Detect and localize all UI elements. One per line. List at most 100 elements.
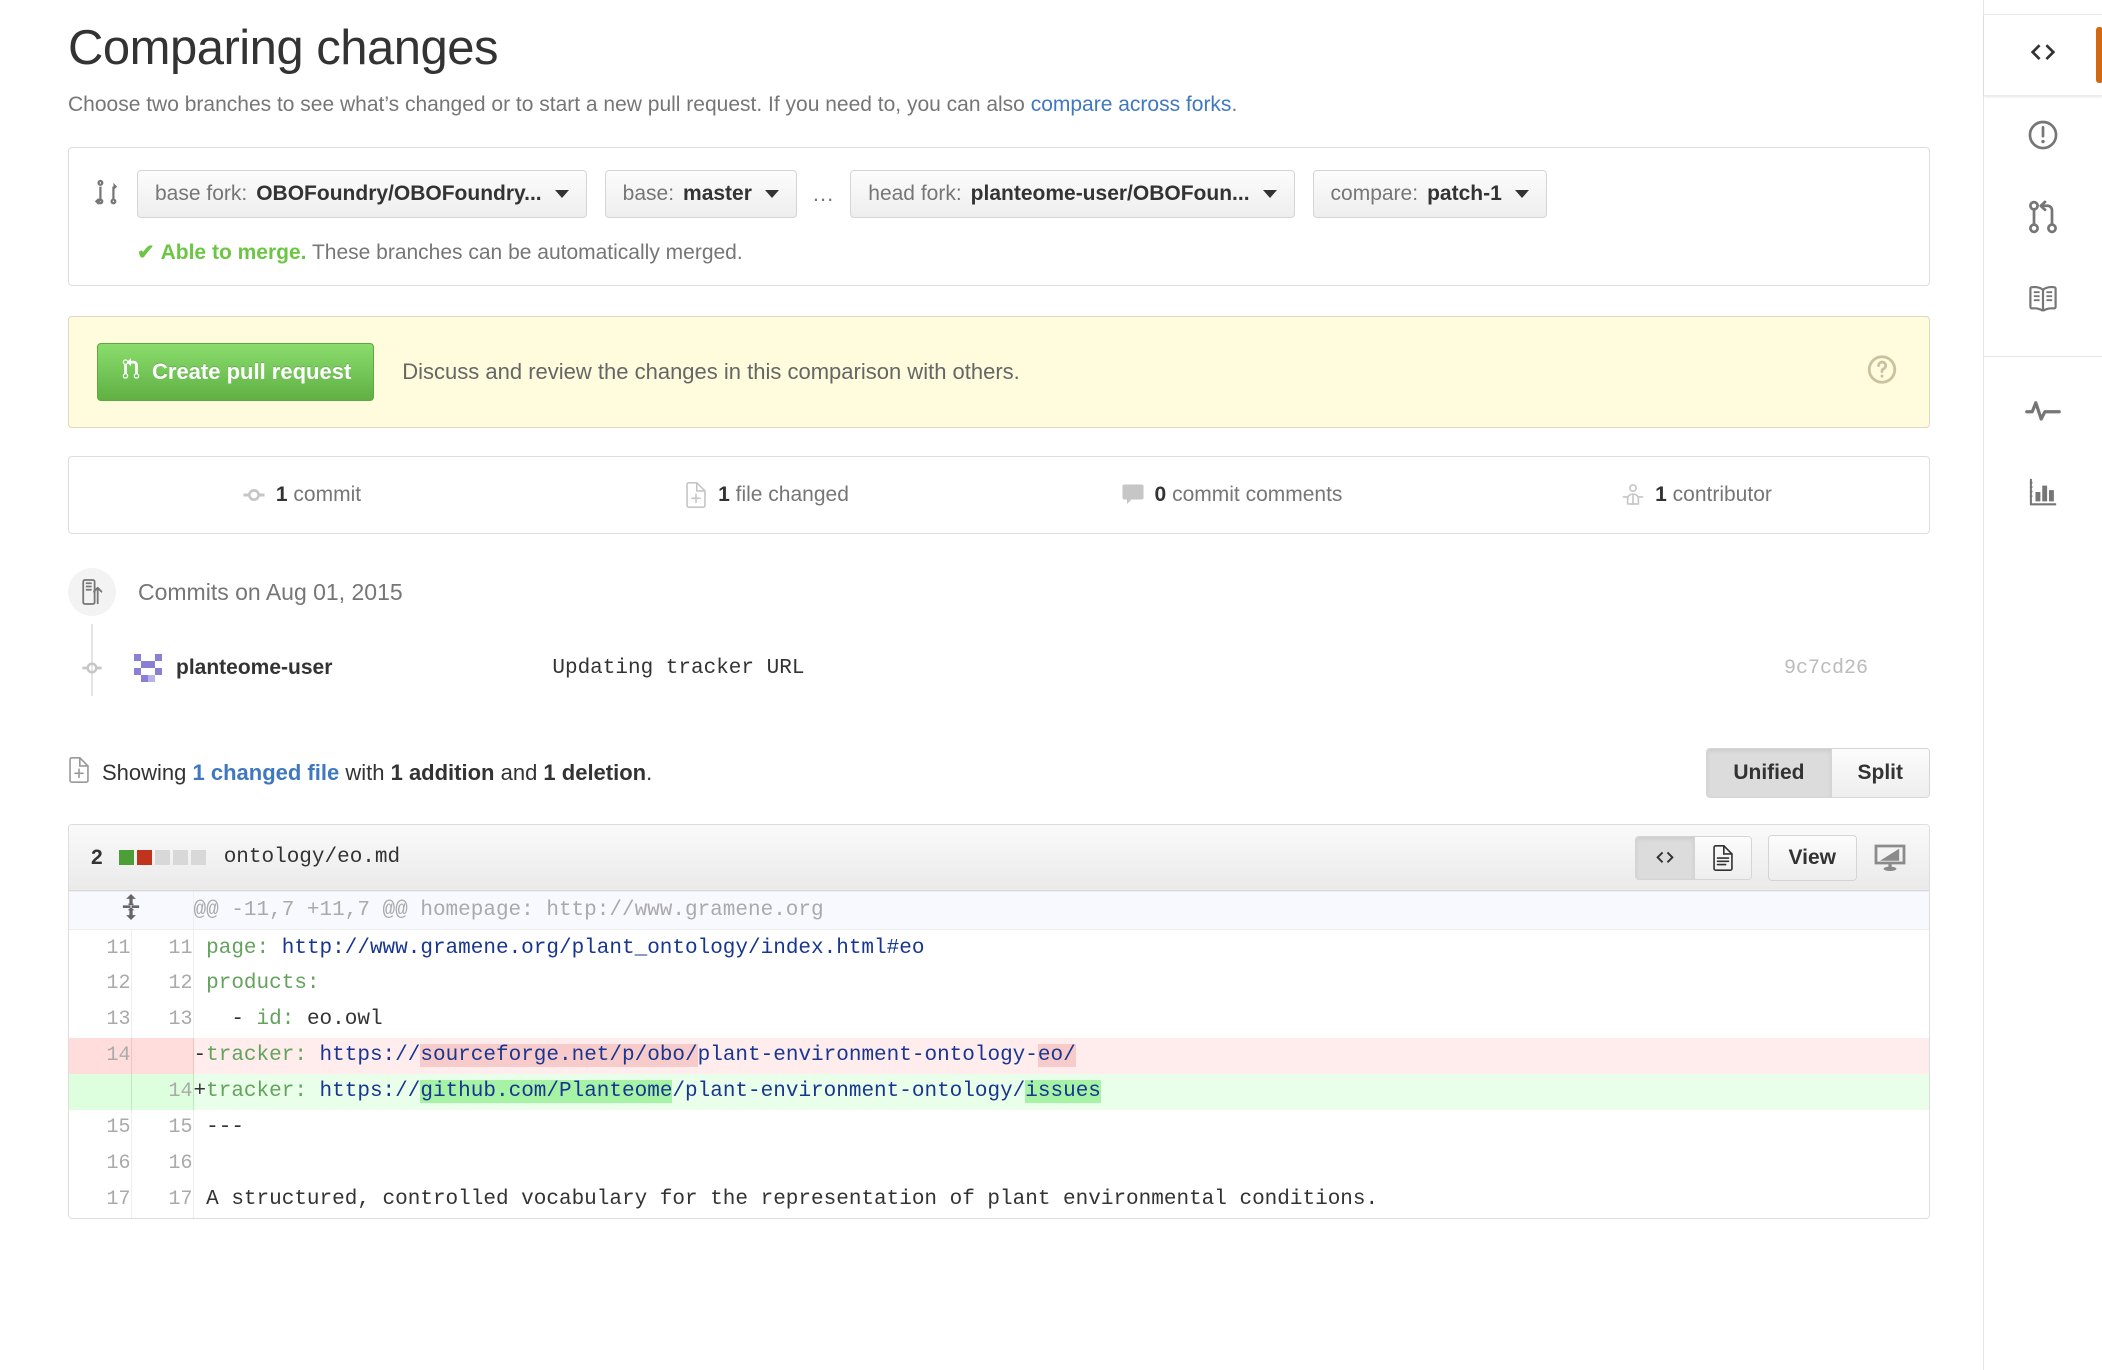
line-number-new: 17 [131,1181,194,1218]
changed-file-link[interactable]: 1 changed file [193,760,340,785]
line-prefix [194,937,207,960]
file-icon[interactable] [1693,836,1751,879]
code-icon [2025,39,2061,72]
subtitle-prefix: Choose two branches to see what’s change… [68,92,1031,116]
rail-item-pull-requests[interactable] [1984,178,2102,260]
code-token-highlight: eo/ [1037,1044,1076,1068]
code-token-highlight: github.com/Planteome [420,1080,673,1104]
line-number-old: 14 [69,1037,132,1074]
unfold-icon [118,894,144,927]
rail-item-graphs[interactable] [1984,453,2102,535]
diff-line-content: A structured, controlled vocabulary for … [193,1182,1929,1218]
view-mode-split[interactable]: Split [1830,749,1929,798]
line-number-new: 11 [131,929,194,966]
commit-group-title: Commits on Aug 01, 2015 [138,578,403,605]
range-ellipsis: ... [812,181,835,207]
commits-section: Commits on Aug 01, 2015 planteome-user U… [68,568,1930,697]
compare-across-forks-link[interactable]: compare across forks [1031,93,1232,116]
commit-message[interactable]: Updating tracker URL [552,657,804,680]
comment-icon [1121,483,1145,507]
line-number-old: 12 [69,965,132,1002]
diffstat-block-empty [172,850,188,866]
stat-commit-comments[interactable]: 0 commit comments [999,483,1464,507]
diff-view-mode-toggle: Unified Split [1706,748,1930,799]
diff-file: 2 ontology/eo.md View @@ -11,7 +11,7 @@ … [68,824,1930,1219]
graph-icon [2027,477,2059,512]
base-fork-dropdown[interactable]: base fork: OBOFoundry/OBOFoundry... [137,170,587,219]
create-pull-request-label: Create pull request [152,359,352,385]
diff-line-content: +tracker: https://github.com/Planteome/p… [193,1073,1929,1110]
line-number-old [69,1073,132,1110]
avatar[interactable] [134,654,162,683]
diff-file-header: 2 ontology/eo.md View [69,825,1929,892]
stat-commits[interactable]: 1 commit [69,483,534,507]
diff-line-row: 16 16 [69,1145,1929,1182]
create-pull-request-banner: Create pull request Discuss and review t… [68,316,1930,429]
showing-suffix: . [646,760,653,786]
diff-line-content: --- [193,1110,1929,1146]
base-branch-dropdown[interactable]: base: master [604,170,797,219]
stat-contributors[interactable]: 1 contributor [1464,482,1929,508]
diff-file-name[interactable]: ontology/eo.md [224,846,400,869]
diffstat-block-empty [190,850,206,866]
line-number-new: 14 [131,1073,194,1110]
stat-commits-count: 1 [275,483,288,507]
code-token: tracker: [206,1044,307,1068]
line-number-old: 11 [69,929,132,966]
code-token: products: [206,972,320,996]
head-fork-dropdown[interactable]: head fork: planteome-user/OBOFoun... [850,170,1295,219]
showing-mid: with [339,760,391,786]
diff-display-toggle [1634,835,1752,880]
rail-item-pulse[interactable] [1984,371,2102,453]
stat-files-count: 1 [718,483,730,507]
question-circle-icon[interactable] [1865,353,1899,392]
rail-item-wiki[interactable] [1984,260,2102,342]
check-icon: ✔ [137,241,155,265]
line-prefix [194,1188,207,1211]
code-token: id: [256,1008,295,1032]
stat-files-changed[interactable]: 1 file changed [534,482,999,509]
subtitle-suffix: . [1231,92,1238,116]
view-mode-unified[interactable]: Unified [1707,749,1831,798]
branch-selector-row: base fork: OBOFoundry/OBOFoundry... base… [93,170,1905,219]
stat-contributors-count: 1 [1655,483,1667,507]
git-pull-request-icon [120,358,142,386]
expand-hunk-button[interactable] [69,891,194,931]
code-token: https:// [319,1080,421,1104]
commit-group-header: Commits on Aug 01, 2015 [68,568,1930,617]
line-number-new: 13 [131,1001,194,1038]
rail-item-issues[interactable] [1984,96,2102,178]
compare-branch-dropdown[interactable]: compare: patch-1 [1312,170,1547,219]
rail-item-code[interactable] [1984,14,2102,96]
diff-line-row-added: 14 +tracker: https://github.com/Planteom… [69,1073,1929,1110]
base-value: master [683,182,752,206]
view-file-button[interactable]: View [1767,834,1857,881]
diffstat-block-del [136,850,152,866]
diff-line-content: page: http://www.gramene.org/plant_ontol… [193,930,1929,966]
desktop-download-icon[interactable] [1873,844,1913,872]
diffstat-block-add [118,850,134,866]
code-token: /plant-environment-ontology/ [672,1080,1026,1104]
code-icon[interactable] [1635,836,1694,879]
create-pull-request-button[interactable]: Create pull request [97,343,375,402]
stat-comments-label: commit comments [1172,483,1343,507]
diff-line-row: 15 15 --- [69,1109,1929,1146]
organization-icon [1621,482,1645,508]
stat-contributors-label: contributor [1672,483,1772,507]
diff-line-row-deleted: 14 -tracker: https://sourceforge.net/p/o… [69,1037,1929,1074]
right-sidebar [1983,0,2102,1370]
diff-line-content: -tracker: https://sourceforge.net/p/obo/… [193,1037,1929,1074]
chevron-down-icon [1262,190,1277,199]
diff-line-content: - id: eo.owl [193,1002,1929,1038]
issue-opened-icon [2026,118,2060,157]
line-number-new: 16 [131,1145,194,1182]
commit-icon [242,483,266,507]
diff-line-content: products: [193,966,1929,1002]
line-number-old: 13 [69,1001,132,1038]
commit-node-icon [68,657,116,679]
commit-author[interactable]: planteome-user [176,656,332,680]
commit-sha[interactable]: 9c7cd26 [1784,657,1868,680]
head-fork-value: planteome-user/OBOFoun... [970,182,1250,206]
